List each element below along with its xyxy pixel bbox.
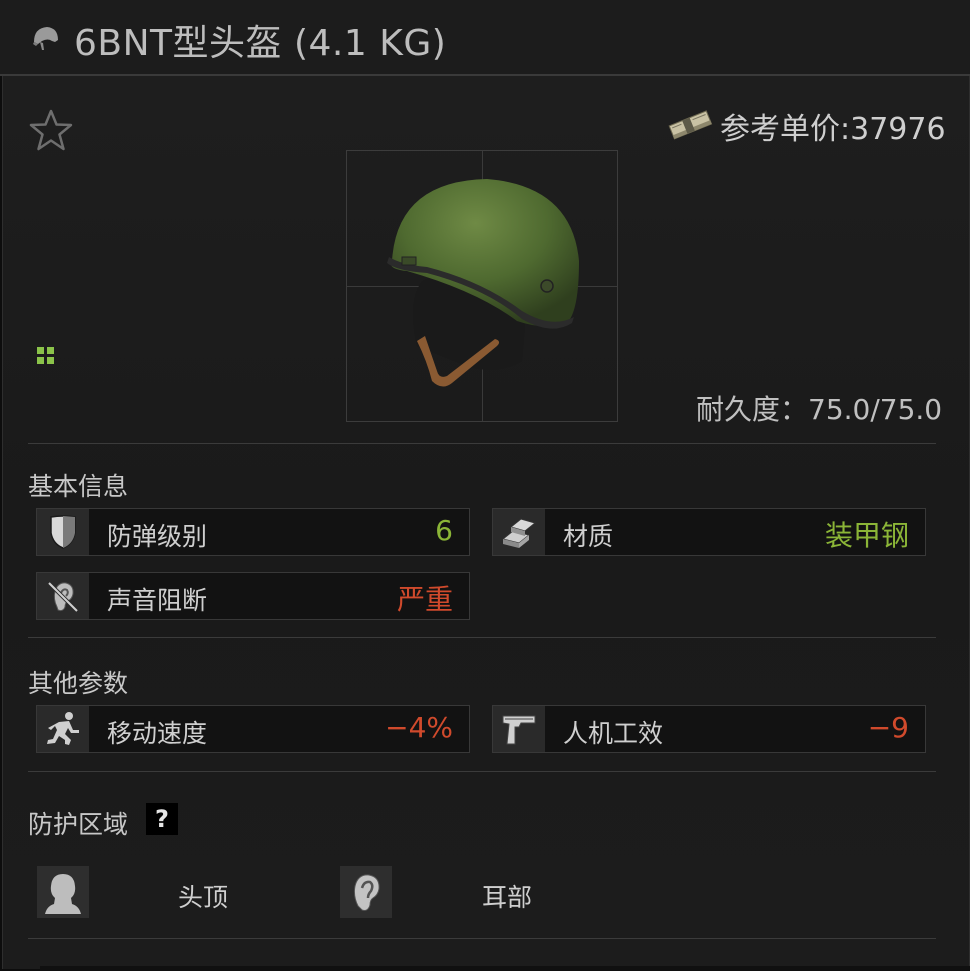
material-icon-box — [493, 509, 545, 555]
favorite-star-icon[interactable] — [28, 108, 74, 152]
helmet-icon — [33, 27, 58, 50]
zone-head-icon-box — [37, 866, 89, 918]
zone-label-head-top: 头顶 — [178, 883, 229, 912]
price-label: 参考单价: — [720, 112, 851, 147]
money-stack-icon — [668, 110, 713, 140]
protection-zones-heading: 防护区域 — [28, 810, 129, 839]
stat-value: 装甲钢 — [824, 519, 909, 552]
armor-class-icon-box — [37, 509, 89, 555]
stat-material[interactable]: 材质 装甲钢 — [492, 508, 926, 556]
ear-icon — [353, 874, 380, 911]
stat-label: 声音阻断 — [107, 586, 208, 615]
stat-armor-class[interactable]: 防弹级别 6 — [36, 508, 470, 556]
move-speed-icon-box — [37, 706, 89, 752]
head-silhouette-icon — [45, 874, 81, 914]
price-value: 37976 — [850, 112, 946, 147]
ergonomics-icon-box — [493, 706, 545, 752]
stat-label: 移动速度 — [107, 719, 208, 748]
stat-value: −4% — [385, 711, 453, 744]
material-ingots-icon — [501, 518, 537, 548]
panel-bottom-edge — [40, 966, 970, 971]
item-image-slot[interactable] — [346, 150, 618, 422]
divider — [28, 443, 936, 444]
stat-label: 人机工效 — [563, 719, 664, 748]
stat-move-speed[interactable]: 移动速度 −4% — [36, 705, 470, 753]
help-icon[interactable]: ? — [146, 803, 178, 835]
stat-sound-block[interactable]: 声音阻断 严重 — [36, 572, 470, 620]
divider — [28, 637, 936, 638]
item-size-grid-icon — [37, 347, 54, 364]
divider — [28, 771, 936, 772]
reference-price: 参考单价:37976 — [720, 104, 946, 148]
stat-value: 6 — [435, 514, 453, 547]
stat-label: 防弹级别 — [107, 522, 208, 551]
stat-value: −9 — [867, 711, 909, 744]
stat-label: 材质 — [563, 522, 614, 551]
item-title: 6BNT型头盔 (4.1 KG) — [74, 23, 447, 64]
stat-value: 严重 — [396, 583, 453, 616]
helmet-image — [387, 179, 579, 387]
sound-block-icon-box — [37, 573, 89, 619]
armor-shield-icon — [50, 515, 76, 549]
sound-block-ear-icon — [47, 581, 79, 613]
zone-ears-icon-box — [340, 866, 392, 918]
title-bar: 6BNT型头盔 (4.1 KG) — [0, 0, 970, 76]
divider — [28, 938, 936, 939]
other-params-heading: 其他参数 — [28, 669, 129, 698]
durability-readout: 耐久度：75.0/75.0 — [696, 393, 943, 426]
running-man-icon — [47, 712, 79, 745]
basic-info-heading: 基本信息 — [28, 472, 129, 501]
zone-label-ears: 耳部 — [482, 883, 533, 912]
pistol-icon — [502, 715, 536, 745]
stat-ergonomics[interactable]: 人机工效 −9 — [492, 705, 926, 753]
